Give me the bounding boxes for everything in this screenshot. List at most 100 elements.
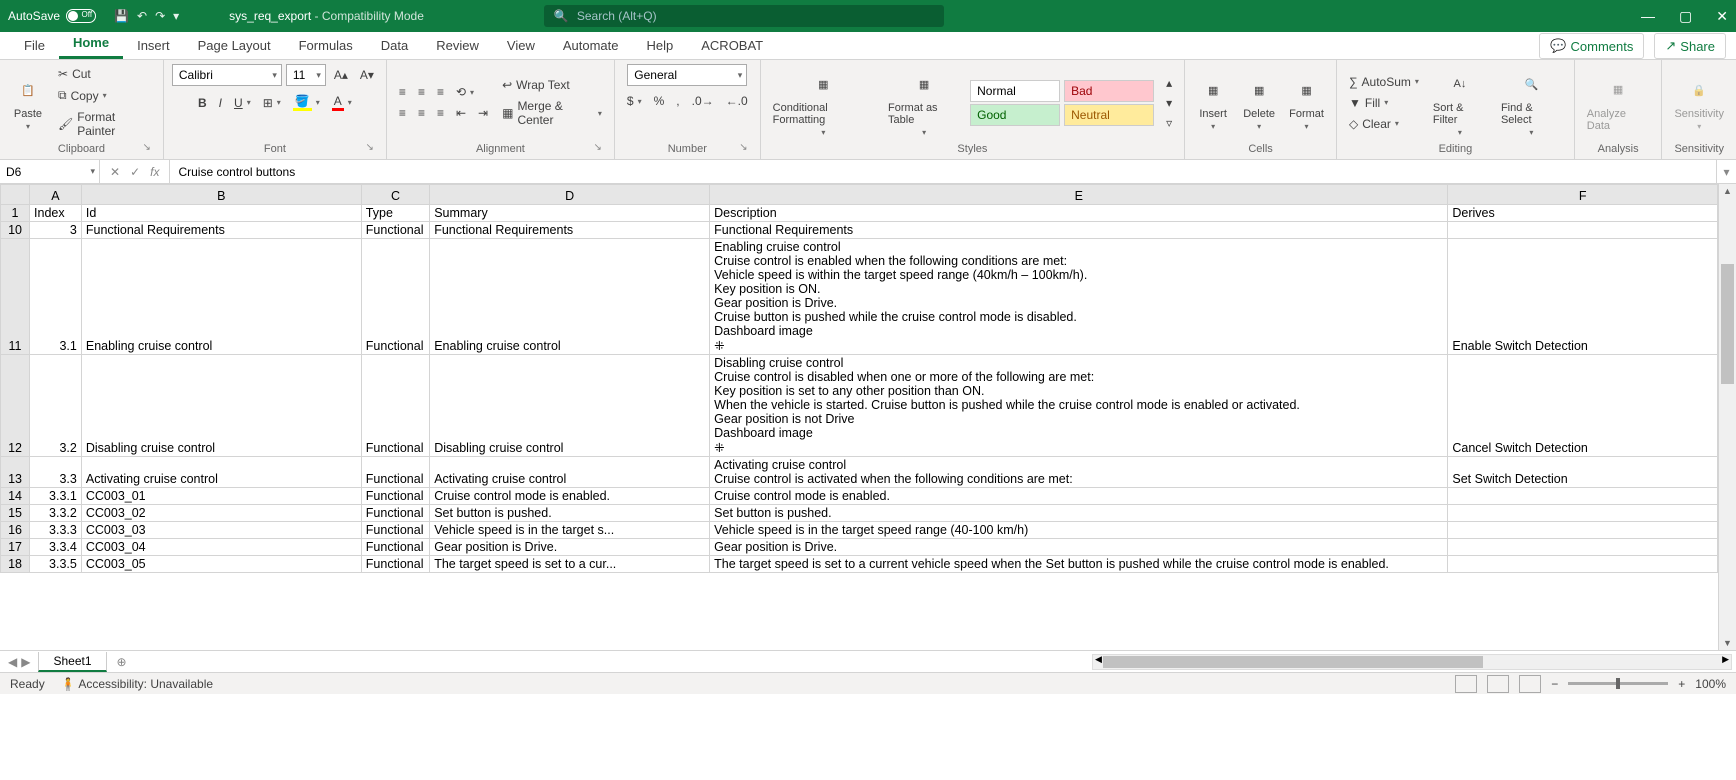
cell[interactable]: 3.2 — [30, 355, 82, 457]
sheet-nav-prev-icon[interactable]: ◀ — [8, 655, 17, 669]
cell[interactable] — [1448, 556, 1718, 573]
cell[interactable]: Cruise control mode is enabled. — [710, 488, 1448, 505]
worksheet-grid[interactable]: A B C D E F 1IndexIdTypeSummaryDescripti… — [0, 184, 1736, 650]
format-as-table-button[interactable]: ▦Format as Table▾ — [884, 66, 964, 139]
cell[interactable]: Type — [361, 205, 429, 222]
scroll-left-icon[interactable]: ◀ — [1095, 654, 1102, 665]
cell[interactable]: CC003_02 — [81, 505, 361, 522]
undo-icon[interactable]: ↶ — [137, 9, 147, 23]
cell[interactable]: Set Switch Detection — [1448, 457, 1718, 488]
tab-view[interactable]: View — [493, 32, 549, 59]
cell[interactable] — [1448, 539, 1718, 556]
sheet-nav-next-icon[interactable]: ▶ — [21, 655, 30, 669]
border-button[interactable]: ⊞ ▾ — [259, 94, 285, 112]
styles-up-icon[interactable]: ▴ — [1162, 74, 1176, 92]
bold-button[interactable]: B — [194, 94, 211, 112]
fill-button[interactable]: ▼Fill ▾ — [1345, 94, 1423, 112]
cell[interactable]: Enabling cruise control — [81, 239, 361, 355]
format-painter-button[interactable]: 🖌Format Painter — [54, 108, 155, 140]
tab-automate[interactable]: Automate — [549, 32, 633, 59]
status-accessibility[interactable]: 🧍 Accessibility: Unavailable — [61, 677, 213, 691]
cell[interactable]: 3.1 — [30, 239, 82, 355]
cell[interactable] — [1448, 488, 1718, 505]
cell[interactable] — [1448, 522, 1718, 539]
decrease-decimal-icon[interactable]: ←.0 — [722, 92, 752, 110]
increase-font-icon[interactable]: A▴ — [330, 66, 352, 84]
row-header[interactable]: 15 — [1, 505, 30, 522]
vertical-scrollbar[interactable]: ▲ ▼ — [1718, 184, 1736, 650]
cell[interactable]: Gear position is Drive. — [430, 539, 710, 556]
clear-button[interactable]: ◇Clear ▾ — [1345, 115, 1423, 133]
orientation-icon[interactable]: ⟲▾ — [452, 83, 478, 101]
cell[interactable]: Cancel Switch Detection — [1448, 355, 1718, 457]
align-right-icon[interactable]: ≡ — [433, 104, 448, 122]
row-header[interactable]: 10 — [1, 222, 30, 239]
comma-icon[interactable]: , — [672, 92, 683, 110]
formula-input[interactable]: Cruise control buttons — [170, 160, 1716, 183]
cell[interactable]: Functional Requirements — [430, 222, 710, 239]
cell[interactable]: 3.3.5 — [30, 556, 82, 573]
cancel-formula-icon[interactable]: ✕ — [110, 165, 120, 179]
cut-button[interactable]: ✂Cut — [54, 65, 155, 83]
cell[interactable]: Functional — [361, 505, 429, 522]
align-top-icon[interactable]: ≡ — [395, 83, 410, 101]
zoom-level[interactable]: 100% — [1695, 677, 1726, 691]
autosum-button[interactable]: ∑AutoSum ▾ — [1345, 73, 1423, 91]
cell[interactable]: Functional — [361, 539, 429, 556]
cell[interactable]: Functional — [361, 488, 429, 505]
share-button[interactable]: ↗Share — [1654, 33, 1726, 59]
styles-more-icon[interactable]: ▿ — [1162, 114, 1176, 132]
scroll-right-icon[interactable]: ▶ — [1722, 654, 1729, 665]
col-header[interactable]: A — [30, 185, 82, 205]
align-bottom-icon[interactable]: ≡ — [433, 83, 448, 101]
tab-file[interactable]: File — [10, 32, 59, 59]
increase-decimal-icon[interactable]: .0→ — [688, 92, 718, 110]
currency-icon[interactable]: $ ▾ — [623, 92, 646, 110]
row-header[interactable]: 12 — [1, 355, 30, 457]
cell[interactable]: Functional — [361, 522, 429, 539]
cell[interactable]: Vehicle speed is in the target s... — [430, 522, 710, 539]
scroll-up-icon[interactable]: ▲ — [1719, 186, 1736, 196]
launcher-icon[interactable]: ↘ — [142, 142, 150, 153]
maximize-icon[interactable]: ▢ — [1679, 8, 1692, 25]
scroll-down-icon[interactable]: ▼ — [1719, 638, 1736, 648]
paste-button[interactable]: 📋 Paste▾ — [8, 72, 48, 133]
cell[interactable]: Index — [30, 205, 82, 222]
cell[interactable] — [1448, 505, 1718, 522]
underline-button[interactable]: U ▾ — [230, 94, 255, 112]
cell[interactable]: Summary — [430, 205, 710, 222]
cell[interactable] — [1448, 222, 1718, 239]
cell[interactable]: Functional Requirements — [81, 222, 361, 239]
cell[interactable]: Disabling cruise control Cruise control … — [710, 355, 1448, 457]
row-header[interactable]: 11 — [1, 239, 30, 355]
cell[interactable]: The target speed is set to a cur... — [430, 556, 710, 573]
cell-style-normal[interactable]: Normal — [970, 80, 1060, 102]
horizontal-scrollbar[interactable]: ◀ ▶ — [1092, 654, 1732, 670]
select-all-cell[interactable] — [1, 185, 30, 205]
col-header[interactable]: D — [430, 185, 710, 205]
number-format-combo[interactable]: General▾ — [627, 64, 747, 86]
cell[interactable]: Functional — [361, 457, 429, 488]
sort-filter-button[interactable]: A↓Sort & Filter▾ — [1429, 66, 1491, 139]
col-header[interactable]: E — [710, 185, 1448, 205]
sensitivity-button[interactable]: 🔒Sensitivity▾ — [1670, 72, 1728, 133]
cell-style-good[interactable]: Good — [970, 104, 1060, 126]
cell[interactable]: Activating cruise control — [81, 457, 361, 488]
tab-home[interactable]: Home — [59, 29, 123, 59]
font-color-button[interactable]: A▾ — [328, 92, 356, 113]
align-center-icon[interactable]: ≡ — [414, 104, 429, 122]
cell[interactable]: CC003_03 — [81, 522, 361, 539]
wrap-text-button[interactable]: ↩Wrap Text — [498, 76, 606, 94]
cell[interactable]: 3 — [30, 222, 82, 239]
conditional-formatting-button[interactable]: ▦Conditional Formatting▾ — [769, 66, 878, 139]
align-middle-icon[interactable]: ≡ — [414, 83, 429, 101]
view-normal-icon[interactable] — [1455, 675, 1477, 693]
cell[interactable]: Cruise control mode is enabled. — [430, 488, 710, 505]
tab-help[interactable]: Help — [633, 32, 688, 59]
font-size-combo[interactable]: 11▾ — [286, 64, 326, 86]
cell[interactable]: Derives — [1448, 205, 1718, 222]
row-header[interactable]: 18 — [1, 556, 30, 573]
cell[interactable]: Id — [81, 205, 361, 222]
cell[interactable]: CC003_05 — [81, 556, 361, 573]
tab-formulas[interactable]: Formulas — [285, 32, 367, 59]
